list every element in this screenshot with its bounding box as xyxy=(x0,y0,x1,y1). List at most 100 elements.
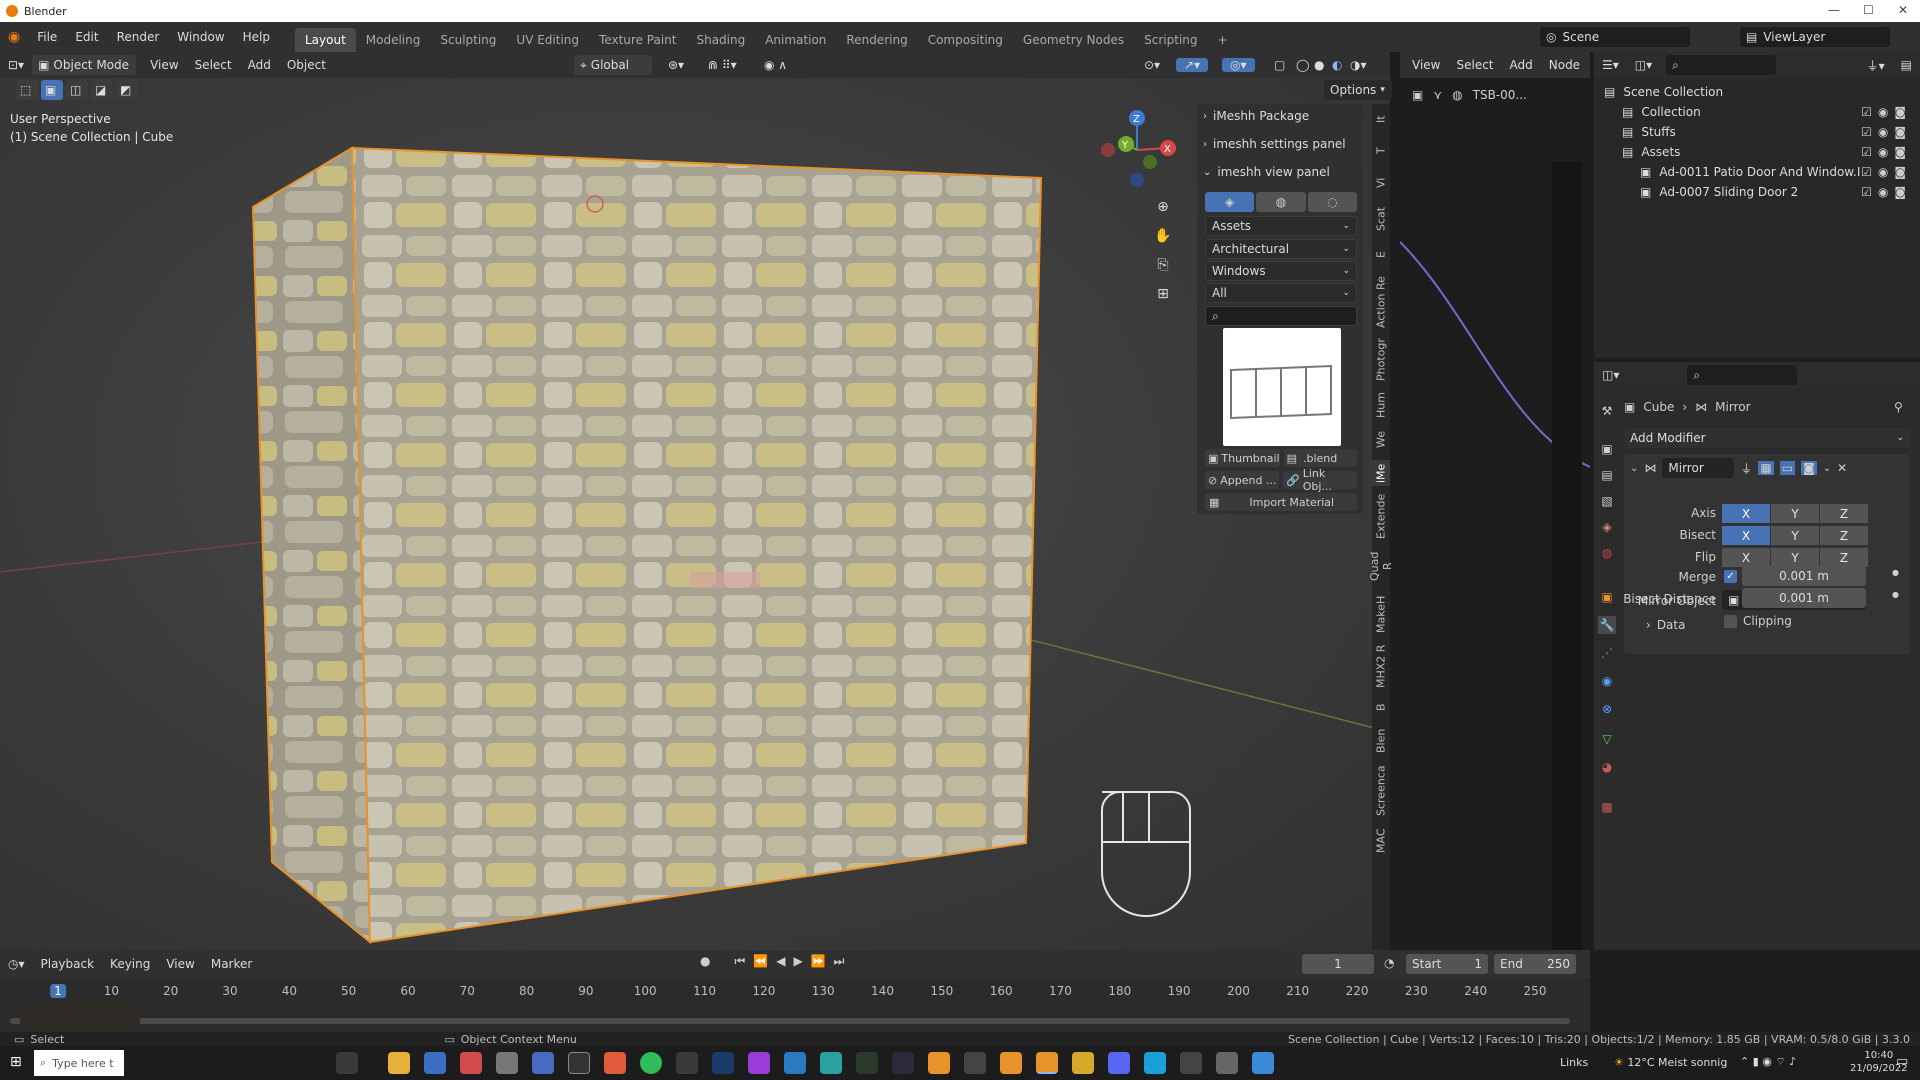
ortho-grid-icon[interactable]: ⊞ xyxy=(1152,280,1174,309)
category-dropdown-all[interactable]: All ⌄ xyxy=(1205,283,1357,303)
axis-z-toggle[interactable]: Z xyxy=(1820,504,1868,523)
output-tab-icon[interactable]: ▤ xyxy=(1598,466,1616,484)
sidebar-tab-14[interactable]: B xyxy=(1372,698,1390,716)
tl-menu-view[interactable]: View xyxy=(158,957,202,971)
tl-menu-keying[interactable]: Keying xyxy=(102,957,158,971)
tool-tab-icon[interactable]: ⚒ xyxy=(1598,402,1616,420)
tl-menu-playback[interactable]: Playback xyxy=(33,957,103,971)
app-icon-9[interactable] xyxy=(928,1052,950,1074)
outliner-row[interactable]: ▣ Ad-0007 Sliding Door 2 ☑◉◙ xyxy=(1594,182,1920,202)
clock-icon[interactable]: ◔ xyxy=(1384,956,1394,970)
app-icon-5[interactable] xyxy=(676,1052,698,1074)
select-extend-icon[interactable]: ◫ xyxy=(66,80,88,100)
play-reverse-icon[interactable]: ◀ xyxy=(776,954,785,969)
render-toggle-icon[interactable]: ◙ xyxy=(1801,461,1817,475)
sidebar-tab-8[interactable]: We xyxy=(1372,428,1390,452)
photoshop-icon[interactable] xyxy=(712,1052,734,1074)
editor-type-icon[interactable]: ⊡▾ xyxy=(0,58,32,72)
snap-icon[interactable]: ⋒ ⠿▾ xyxy=(700,58,745,72)
start-frame-field[interactable]: Start 1 xyxy=(1406,954,1488,974)
data-subpanel-header[interactable]: › Data xyxy=(1646,618,1685,632)
timeline-ruler[interactable]: 1 10 20 30 40 50 60 70 80 90 100 110 120 130 140 150 160… xyxy=(0,984,1590,1002)
sidebar-tab-9[interactable]: iMe xyxy=(1372,460,1390,486)
properties-editor[interactable]: ◫▾ ⌕ ▣ Cube › ⋈ Mirror ⚲ Add Modifier ⌄ ⌄ ⋈… xyxy=(1594,362,1920,950)
remove-modifier-icon[interactable]: ✕ xyxy=(1837,461,1847,475)
menu-edit[interactable]: Edit xyxy=(66,22,107,52)
tab-animation[interactable]: Animation xyxy=(755,28,836,52)
hdri-type-icon[interactable]: ◌ xyxy=(1307,192,1357,212)
maximize-icon[interactable]: ☐ xyxy=(1863,3,1874,17)
davinci-icon[interactable] xyxy=(856,1052,878,1074)
minimize-icon[interactable]: — xyxy=(1828,3,1840,17)
cage-toggle-icon[interactable]: ▦ xyxy=(1758,461,1774,475)
spotify-icon[interactable] xyxy=(640,1052,662,1074)
particles-tab-icon[interactable]: ⋰ xyxy=(1598,644,1616,662)
sidebar-tab-17[interactable]: MAC xyxy=(1372,824,1390,858)
blender-taskbar-icon[interactable] xyxy=(1000,1052,1022,1074)
sidebar-tab-1[interactable]: T xyxy=(1372,138,1390,164)
visibility-toggles[interactable]: ☑◉◙ xyxy=(1861,145,1912,159)
blender-menu-icon[interactable]: ◉ xyxy=(8,29,20,45)
prev-keyframe-icon[interactable]: ⏪ xyxy=(753,954,768,969)
asset-thumbnail[interactable] xyxy=(1223,328,1341,446)
sidebar-tab-3[interactable]: Scat xyxy=(1372,202,1390,236)
tab-uv-editing[interactable]: UV Editing xyxy=(506,28,589,52)
outliner-editor-icon[interactable]: ☰▾ xyxy=(1594,58,1627,72)
properties-editor-icon[interactable]: ◫▾ xyxy=(1594,368,1627,382)
select-tool-icon[interactable]: ⬚ xyxy=(16,80,38,100)
visibility-toggles[interactable]: ☑◉◙ xyxy=(1861,105,1912,119)
category-dropdown-assets[interactable]: Assets ⌄ xyxy=(1205,216,1357,236)
add-modifier-dropdown[interactable]: Add Modifier ⌄ xyxy=(1624,428,1910,448)
display-mode-icon[interactable]: ◫▾ xyxy=(1627,58,1660,72)
sidebar-tab-10[interactable]: Extende xyxy=(1372,493,1390,538)
vp-menu-select[interactable]: Select xyxy=(187,58,240,72)
pan-hand-icon[interactable]: ✋ xyxy=(1152,222,1174,251)
gizmo-neg-y-handle[interactable] xyxy=(1143,155,1157,169)
outliner-row[interactable]: ▤ Collection ☑◉◙ xyxy=(1594,102,1920,122)
options-dropdown[interactable]: Options ▾ xyxy=(1324,80,1392,100)
cube-front-face[interactable] xyxy=(350,146,1043,944)
gizmo-toggle-icon[interactable]: ↗▾ xyxy=(1176,58,1209,72)
sidebar-tab-0[interactable]: It xyxy=(1372,108,1390,130)
merge-distance-field[interactable]: 0.001 m xyxy=(1742,566,1866,586)
links-toolbar[interactable]: Links xyxy=(1560,1056,1588,1069)
timeline[interactable]: ◷▾ Playback Keying View Marker ● ⏮ ⏪ ◀ ▶… xyxy=(0,950,1590,1032)
asset-search-input[interactable]: ⌕ xyxy=(1205,306,1357,326)
sidebar-tab-13[interactable]: MHX2 R xyxy=(1372,642,1390,690)
section-imeshh-view[interactable]: ⌄ imeshh view panel xyxy=(1203,162,1357,182)
view-layer-tab-icon[interactable]: ▧ xyxy=(1598,492,1616,510)
object-tab-icon[interactable]: ▣ xyxy=(1598,588,1616,606)
node-editor[interactable]: View Select Add Node ▣ ⋎ ◍ TSB-00... xyxy=(1400,52,1590,952)
category-dropdown-windows[interactable]: Windows ⌄ xyxy=(1205,261,1357,281)
close-icon[interactable]: ✕ xyxy=(1898,3,1908,17)
outliner-search-input[interactable]: ⌕ xyxy=(1666,55,1777,75)
physics-tab-icon[interactable]: ◉ xyxy=(1598,672,1616,690)
modifier-menu-icon[interactable]: ⌄ xyxy=(1823,463,1831,474)
menu-render[interactable]: Render xyxy=(108,22,169,52)
properties-search-input[interactable]: ⌕ xyxy=(1687,365,1798,385)
current-frame-field[interactable]: 1 xyxy=(1302,954,1374,974)
sidebar-tab-4[interactable]: E xyxy=(1372,244,1390,266)
outliner-row[interactable]: ▤ Scene Collection xyxy=(1594,82,1920,102)
append-button[interactable]: ⊘ Append ... xyxy=(1205,471,1279,489)
store-icon[interactable] xyxy=(424,1052,446,1074)
timeline-editor-icon[interactable]: ◷▾ xyxy=(0,957,33,971)
scene-selector[interactable]: ◎ Scene xyxy=(1540,27,1690,47)
thumbnail-button[interactable]: ▣ Thumbnail xyxy=(1205,449,1280,467)
gizmo-neg-z-handle[interactable] xyxy=(1130,173,1144,187)
visibility-toggles[interactable]: ☑◉◙ xyxy=(1861,165,1912,179)
data-tab-icon[interactable]: ▽ xyxy=(1598,730,1616,748)
flip-x-toggle[interactable]: X xyxy=(1722,548,1770,567)
jump-end-icon[interactable]: ⏭ xyxy=(834,954,845,969)
merge-checkbox[interactable]: ✓ xyxy=(1724,570,1737,583)
app-icon-13[interactable] xyxy=(1216,1052,1238,1074)
sidebar-tab-11[interactable]: Quad R xyxy=(1368,546,1394,586)
bisect-y-toggle[interactable]: Y xyxy=(1771,526,1819,545)
material-type-icon[interactable]: ◍ xyxy=(1256,192,1306,212)
weather-widget[interactable]: ☀ 12°C Meist sonnig xyxy=(1614,1056,1727,1069)
section-imeshh-package[interactable]: › iMeshh Package xyxy=(1203,106,1357,126)
sidebar-tab-7[interactable]: Hum xyxy=(1372,390,1390,420)
outliner-row[interactable]: ▣ Ad-0011 Patio Door And Window.I ☑◉◙ xyxy=(1594,162,1920,182)
cube-side-face[interactable] xyxy=(251,146,372,945)
mode-selector[interactable]: ▣ Object Mode xyxy=(32,55,137,75)
